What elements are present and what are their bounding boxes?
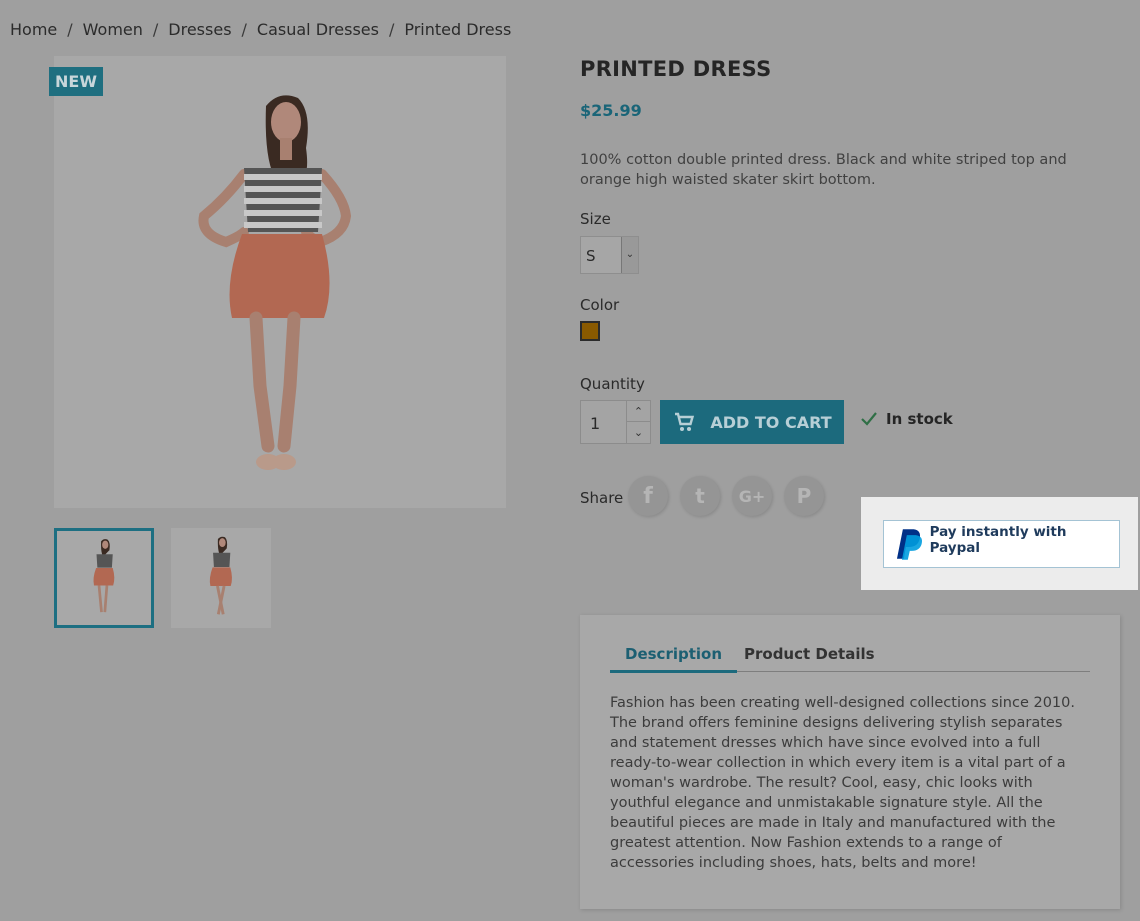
product-description-text: Fashion has been creating well-designed … — [610, 695, 1075, 871]
color-label: Color — [580, 296, 620, 314]
new-badge: NEW — [49, 67, 103, 96]
breadcrumb-casual-dresses[interactable]: Casual Dresses — [257, 20, 379, 39]
twitter-icon[interactable]: t — [680, 476, 720, 516]
add-to-cart-label: ADD TO CART — [710, 412, 832, 432]
chevron-down-icon: ⌄ — [621, 237, 638, 273]
paypal-label: Pay instantly with Paypal — [929, 524, 1067, 556]
breadcrumb-separator: / — [152, 20, 159, 39]
size-select[interactable]: S ⌄ — [580, 236, 639, 274]
model-figure — [198, 95, 352, 470]
product-title: PRINTED DRESS — [580, 57, 772, 81]
decrement-icon[interactable]: ⌄ — [626, 422, 650, 443]
color-swatch[interactable] — [580, 321, 600, 341]
stock-label: In stock — [886, 410, 953, 428]
thumbnail-figure — [209, 536, 232, 615]
thumbnail-2[interactable] — [171, 528, 271, 628]
breadcrumb-separator: / — [67, 20, 73, 39]
add-to-cart-button[interactable]: ADD TO CART — [660, 400, 844, 444]
breadcrumb-current: Printed Dress — [404, 20, 512, 39]
paypal-button[interactable]: Pay instantly with Paypal — [883, 520, 1120, 568]
thumbnail-1[interactable] — [54, 528, 154, 628]
share-label: Share — [580, 489, 624, 507]
breadcrumb-dresses[interactable]: Dresses — [168, 20, 231, 39]
cart-icon — [675, 412, 695, 431]
tab-product-details[interactable]: Product Details — [744, 645, 875, 663]
google-plus-icon[interactable]: G+ — [732, 476, 772, 516]
facebook-icon[interactable]: f — [628, 476, 668, 516]
quantity-stepper[interactable]: 1 ⌃ ⌄ — [580, 400, 651, 444]
size-label: Size — [580, 210, 611, 228]
product-tabs-card: Description Product Details Fashion has … — [580, 615, 1120, 909]
increment-icon[interactable]: ⌃ — [626, 401, 650, 422]
product-main-image[interactable] — [54, 56, 506, 508]
pinterest-icon[interactable]: P — [784, 476, 824, 516]
breadcrumb-separator: / — [241, 20, 247, 39]
quantity-label: Quantity — [580, 375, 645, 393]
check-icon — [861, 412, 877, 426]
breadcrumb-home[interactable]: Home — [10, 20, 57, 39]
paypal-highlight: Pay instantly with Paypal — [861, 497, 1138, 590]
product-short-description: 100% cotton double printed dress. Black … — [580, 152, 1067, 188]
stock-status: In stock — [860, 410, 953, 428]
breadcrumb-separator: / — [388, 20, 395, 39]
breadcrumb: Home / Women / Dresses / Casual Dresses … — [10, 20, 511, 39]
quantity-value[interactable]: 1 — [590, 414, 600, 433]
breadcrumb-women[interactable]: Women — [83, 20, 143, 39]
product-price: $25.99 — [580, 101, 642, 120]
size-value: S — [586, 247, 596, 265]
tab-description[interactable]: Description — [609, 645, 738, 673]
paypal-logo-icon — [896, 529, 923, 560]
thumbnail-figure — [93, 539, 115, 613]
